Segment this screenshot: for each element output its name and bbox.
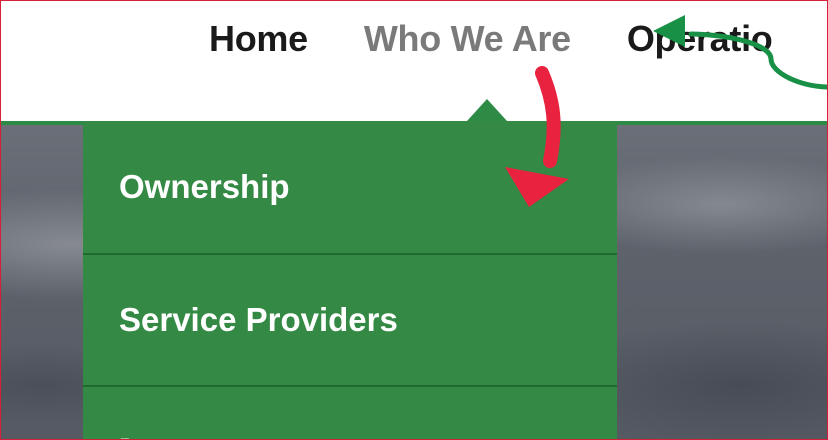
dropdown-item-label: Ownership — [119, 168, 290, 205]
dropdown-item-service-providers[interactable]: Service Providers — [83, 255, 617, 387]
dropdown-caret — [467, 99, 507, 121]
dropdown-item-ownership[interactable]: Ownership — [83, 121, 617, 255]
dropdown-item-label: Service Providers — [119, 301, 398, 338]
nav-item-operations[interactable]: Operatio — [627, 18, 773, 60]
screenshot-frame: Home Who We Are Operatio Ownership Servi… — [0, 0, 828, 440]
nav-item-who-we-are[interactable]: Who We Are — [364, 18, 571, 60]
who-we-are-dropdown-menu: Ownership Service Providers ▪ — [83, 121, 617, 439]
dropdown-item-partial[interactable]: ▪ — [83, 387, 617, 439]
nav-item-home[interactable]: Home — [209, 18, 308, 60]
dropdown-item-label: ▪ — [119, 423, 131, 439]
main-nav: Home Who We Are Operatio — [209, 17, 773, 61]
top-navigation-bar: Home Who We Are Operatio — [1, 1, 827, 121]
